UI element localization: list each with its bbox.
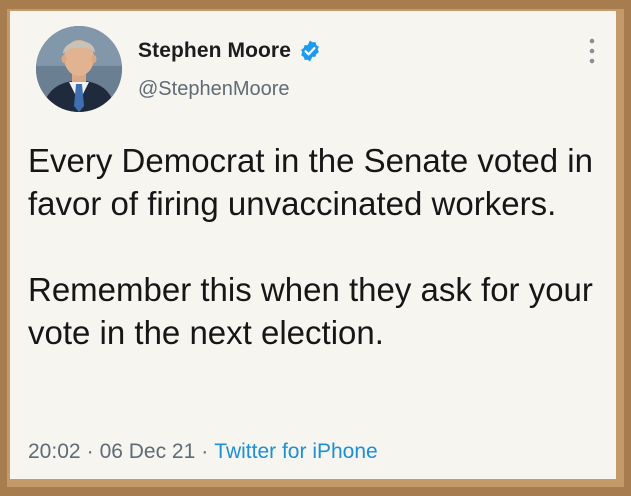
separator-dot: · [86,440,94,463]
more-options-icon[interactable] [587,35,597,67]
tweet-card: Stephen Moore @StephenMoore Every Democr… [10,11,616,479]
author-name[interactable]: Stephen Moore [138,39,291,63]
tweet-date[interactable]: 06 Dec 21 [100,440,196,464]
tweet-time[interactable]: 20:02 [28,440,81,464]
tweet-paragraph-2: Remember this when they ask for your vot… [28,271,593,351]
tweet-paragraph-1: Every Democrat in the Senate voted in fa… [28,142,593,222]
avatar[interactable] [36,26,122,112]
tweet-source-link[interactable]: Twitter for iPhone [214,440,377,464]
tweet-metadata: 20:02 · 06 Dec 21 · Twitter for iPhone [28,440,378,464]
separator-dot: · [201,440,209,463]
avatar-portrait-icon [36,26,122,112]
verified-badge-icon [301,40,319,62]
author-handle[interactable]: @StephenMoore [138,78,290,101]
tweet-text: Every Democrat in the Senate voted in fa… [28,139,618,354]
author-row: Stephen Moore [138,39,322,63]
